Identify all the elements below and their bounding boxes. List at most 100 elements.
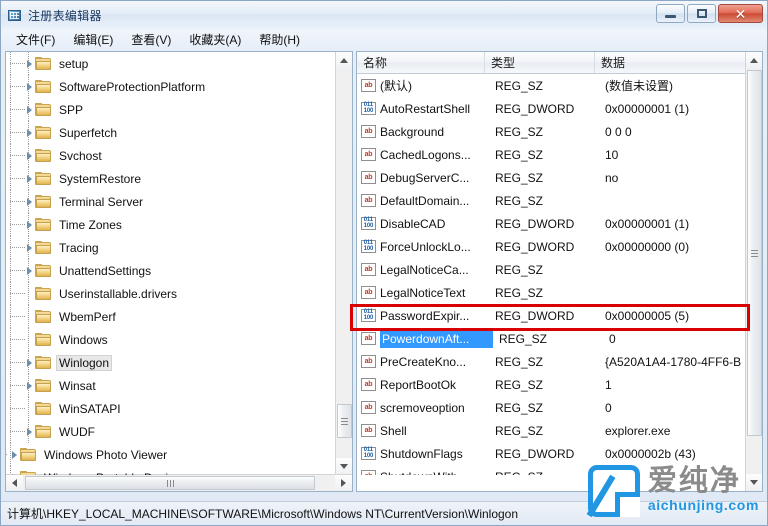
string-value-icon: ab bbox=[361, 125, 376, 138]
tree-horizontal-scrollbar[interactable] bbox=[6, 474, 352, 491]
expand-triangle-icon[interactable] bbox=[21, 121, 35, 144]
registry-value-row[interactable]: ab LegalNoticeCa... REG_SZ bbox=[357, 258, 745, 281]
column-header-name[interactable]: 名称 bbox=[357, 52, 485, 73]
tree-item-spp[interactable]: SPP bbox=[6, 98, 336, 121]
menu-favorites[interactable]: 收藏夹(A) bbox=[180, 29, 250, 50]
expand-triangle-icon[interactable] bbox=[21, 351, 35, 374]
window-controls: ✕ bbox=[656, 4, 763, 23]
value-type-cell: REG_DWORD bbox=[495, 101, 575, 116]
folder-icon bbox=[35, 309, 52, 324]
tree-item-svchost[interactable]: Svchost bbox=[6, 144, 336, 167]
registry-value-row[interactable]: ab DefaultDomain... REG_SZ bbox=[357, 189, 745, 212]
registry-value-row[interactable]: ab CachedLogons... REG_SZ 10 bbox=[357, 143, 745, 166]
registry-value-row[interactable]: ab DebugServerC... REG_SZ no bbox=[357, 166, 745, 189]
string-value-icon: ab bbox=[361, 401, 376, 414]
registry-value-row[interactable]: 011 100 DisableCAD REG_DWORD 0x00000001 (1) bbox=[357, 212, 745, 235]
values-column-header: 名称 类型 数据 bbox=[357, 52, 762, 74]
tree-item-winsatapi[interactable]: WinSATAPI bbox=[6, 397, 336, 420]
expand-triangle-icon[interactable] bbox=[21, 98, 35, 121]
menu-view[interactable]: 查看(V) bbox=[122, 29, 180, 50]
value-name-cell: ShutdownWith... bbox=[380, 470, 489, 476]
expand-triangle-icon[interactable] bbox=[21, 52, 35, 75]
registry-value-row[interactable]: ab LegalNoticeText REG_SZ bbox=[357, 281, 745, 304]
expand-triangle-icon[interactable] bbox=[21, 190, 35, 213]
registry-value-row[interactable]: ab Shell REG_SZ explorer.exe bbox=[357, 419, 745, 442]
registry-value-row[interactable]: 011 100 PasswordExpir... REG_DWORD 0x0000000… bbox=[357, 304, 745, 327]
expand-triangle-icon[interactable] bbox=[21, 167, 35, 190]
tree-item-windows-photo-viewer[interactable]: Windows Photo Viewer bbox=[6, 443, 336, 466]
registry-value-row[interactable]: 011 100 ShutdownFlags REG_DWORD 0x0000002b (… bbox=[357, 442, 745, 465]
tree-item-superfetch[interactable]: Superfetch bbox=[6, 121, 336, 144]
value-data-cell: {A520A1A4-1780-4FF6-B bbox=[605, 354, 742, 369]
registry-value-row[interactable]: ab Background REG_SZ 0 0 0 bbox=[357, 120, 745, 143]
tree-item-softwareprotectionplatform[interactable]: SoftwareProtectionPlatform bbox=[6, 75, 336, 98]
expand-triangle-icon[interactable] bbox=[21, 259, 35, 282]
tree-item-setup[interactable]: setup bbox=[6, 52, 336, 75]
tree-scrollbar-thumb[interactable] bbox=[337, 404, 352, 438]
folder-icon bbox=[35, 332, 52, 347]
expand-triangle-icon[interactable] bbox=[6, 443, 20, 466]
registry-value-row[interactable]: 011 100 AutoRestartShell REG_DWORD 0x0000000… bbox=[357, 97, 745, 120]
list-vertical-scrollbar[interactable] bbox=[745, 52, 762, 491]
folder-icon bbox=[35, 148, 52, 163]
registry-value-row[interactable]: ab scremoveoption REG_SZ 0 bbox=[357, 396, 745, 419]
string-value-icon: ab bbox=[361, 378, 376, 391]
tree-item-winsat[interactable]: Winsat bbox=[6, 374, 336, 397]
tree-item-label: SoftwareProtectionPlatform bbox=[59, 79, 206, 94]
expand-triangle-icon[interactable] bbox=[21, 236, 35, 259]
tree-item-unattendsettings[interactable]: UnattendSettings bbox=[6, 259, 336, 282]
value-data-cell: 0x00000000 (0) bbox=[605, 239, 690, 254]
tree-scroll-down-button[interactable] bbox=[336, 458, 352, 475]
expand-triangle-icon[interactable] bbox=[21, 420, 35, 443]
expand-triangle-icon[interactable] bbox=[6, 466, 20, 475]
dword-value-icon: 011 100 bbox=[361, 309, 376, 322]
tree-item-systemrestore[interactable]: SystemRestore bbox=[6, 167, 336, 190]
minimize-button[interactable] bbox=[656, 4, 685, 23]
expand-triangle-icon[interactable] bbox=[21, 144, 35, 167]
registry-value-row[interactable]: 011 100 ForceUnlockLo... REG_DWORD 0x0000000… bbox=[357, 235, 745, 258]
string-value-icon: ab bbox=[361, 470, 376, 475]
registry-tree[interactable]: setup SoftwareProtectionPlatform SPP Superf… bbox=[6, 52, 336, 475]
tree-scroll-up-button[interactable] bbox=[336, 52, 352, 69]
column-header-type[interactable]: 类型 bbox=[485, 52, 595, 73]
registry-value-row[interactable]: ab ReportBootOk REG_SZ 1 bbox=[357, 373, 745, 396]
value-type-cell: REG_DWORD bbox=[495, 308, 575, 323]
tree-item-label: Tracing bbox=[59, 240, 99, 255]
tree-item-time-zones[interactable]: Time Zones bbox=[6, 213, 336, 236]
tree-item-userinstallable-drivers[interactable]: Userinstallable.drivers bbox=[6, 282, 336, 305]
expand-triangle-icon[interactable] bbox=[21, 75, 35, 98]
expand-triangle-icon[interactable] bbox=[21, 374, 35, 397]
expand-triangle-icon[interactable] bbox=[21, 213, 35, 236]
tree-item-wudf[interactable]: WUDF bbox=[6, 420, 336, 443]
tree-item-windows[interactable]: Windows bbox=[6, 328, 336, 351]
maximize-icon bbox=[696, 9, 707, 18]
registry-value-row[interactable]: ab (默认) REG_SZ (数值未设置) bbox=[357, 74, 745, 97]
tree-hscrollbar-thumb[interactable] bbox=[25, 476, 315, 490]
tree-scroll-left-button[interactable] bbox=[6, 475, 23, 491]
tree-vertical-scrollbar[interactable] bbox=[335, 52, 352, 475]
menu-help[interactable]: 帮助(H) bbox=[250, 29, 309, 50]
close-button[interactable]: ✕ bbox=[718, 4, 763, 23]
tree-no-expander bbox=[21, 328, 35, 351]
value-name-cell: scremoveoption bbox=[380, 400, 465, 415]
value-name-cell: DefaultDomain... bbox=[380, 193, 470, 208]
registry-values-list[interactable]: ab (默认) REG_SZ (数值未设置) 011 100 AutoRestartShel… bbox=[357, 74, 745, 475]
tree-item-tracing[interactable]: Tracing bbox=[6, 236, 336, 259]
tree-scroll-right-button[interactable] bbox=[335, 475, 352, 491]
tree-item-label: SystemRestore bbox=[59, 171, 142, 186]
menu-edit[interactable]: 编辑(E) bbox=[64, 29, 122, 50]
menu-file[interactable]: 文件(F) bbox=[7, 29, 64, 50]
list-scrollbar-thumb[interactable] bbox=[747, 70, 762, 436]
tree-item-winlogon[interactable]: Winlogon bbox=[6, 351, 336, 374]
registry-editor-window: 注册表编辑器 ✕ 文件(F) 编辑(E) 查看(V) 收藏夹(A) 帮助(H) … bbox=[0, 0, 768, 526]
registry-value-row[interactable]: ab PreCreateKno... REG_SZ {A520A1A4-1780-4F… bbox=[357, 350, 745, 373]
value-name-cell: PreCreateKno... bbox=[380, 354, 467, 369]
maximize-button[interactable] bbox=[687, 4, 716, 23]
registry-value-row[interactable]: ab PowerdownAft... REG_SZ 0 bbox=[357, 327, 745, 350]
list-scroll-up-button[interactable] bbox=[746, 52, 762, 69]
tree-item-terminal-server[interactable]: Terminal Server bbox=[6, 190, 336, 213]
column-header-data[interactable]: 数据 bbox=[595, 52, 760, 73]
value-data-cell: 0 bbox=[605, 400, 612, 415]
tree-item-wbemperf[interactable]: WbemPerf bbox=[6, 305, 336, 328]
value-type-cell: REG_SZ bbox=[495, 124, 544, 139]
